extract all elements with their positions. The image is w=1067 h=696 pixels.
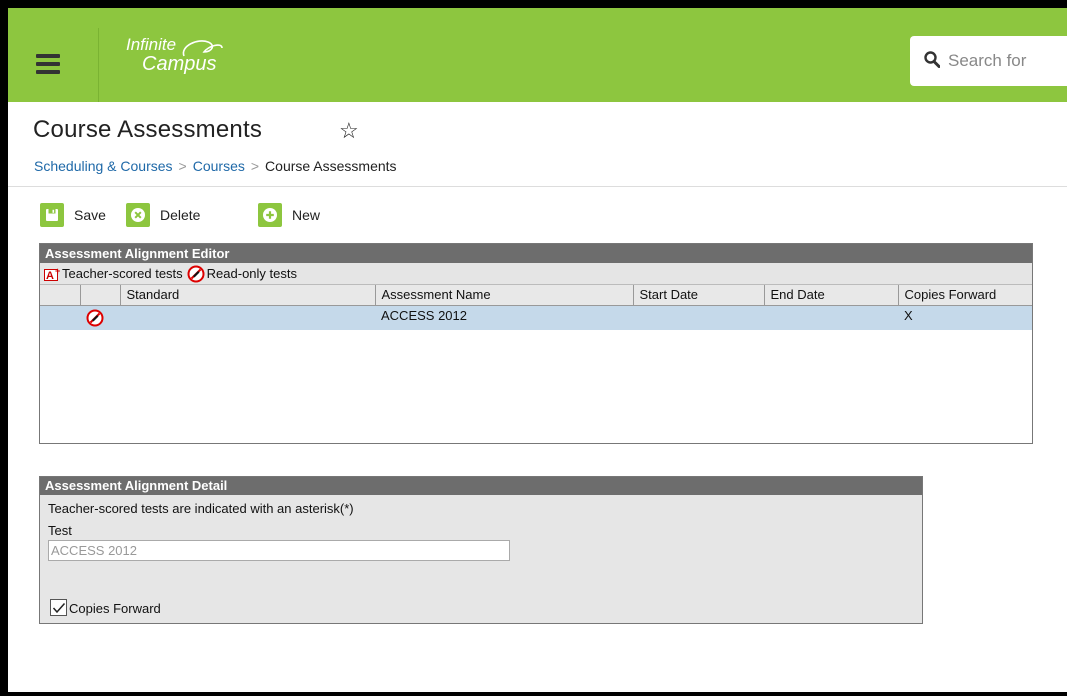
copies-forward-checkbox[interactable] — [50, 599, 67, 616]
title-divider — [8, 186, 1067, 187]
col-assessment-name[interactable]: Assessment Name — [375, 285, 634, 306]
col-start-date[interactable]: Start Date — [633, 285, 765, 306]
save-button[interactable]: Save — [40, 201, 106, 229]
table-row[interactable]: ACCESS 2012 X — [40, 305, 1032, 330]
search-box[interactable]: Search for — [910, 36, 1067, 86]
svg-text:+: + — [55, 267, 60, 276]
page-title: Course Assessments — [33, 116, 263, 143]
teacher-scored-icon: A + — [44, 267, 60, 281]
col-blank — [40, 285, 81, 306]
teacher-scored-note: Teacher-scored tests are indicated with … — [48, 501, 354, 516]
app-window: Infinite Campus Search for Course Assess… — [8, 8, 1067, 692]
breadcrumb-scheduling-courses[interactable]: Scheduling & Courses — [34, 158, 173, 174]
infinite-campus-logo[interactable]: Infinite Campus — [126, 36, 223, 74]
add-icon — [258, 203, 282, 227]
row-cell-icon — [80, 305, 120, 330]
col-copies-forward[interactable]: Copies Forward — [898, 285, 1032, 306]
col-standard[interactable]: Standard — [120, 285, 376, 306]
breadcrumb-courses[interactable]: Courses — [193, 158, 245, 174]
row-cell-assessment-name: ACCESS 2012 — [375, 305, 633, 330]
row-cell-blank — [40, 305, 80, 330]
grid-header-row: Standard Assessment Name Start Date End … — [40, 285, 1032, 306]
save-label: Save — [74, 207, 106, 223]
row-cell-standard — [120, 305, 375, 330]
menu-icon[interactable] — [36, 54, 60, 74]
detail-title: Assessment Alignment Detail — [40, 477, 922, 495]
legend-bar: A + Teacher-scored tests Read-only tests — [40, 263, 1032, 285]
row-cell-start-date — [633, 305, 764, 330]
assessment-alignment-editor: Assessment Alignment Editor A + Teacher-… — [39, 243, 1033, 444]
save-icon — [40, 203, 64, 227]
delete-button[interactable]: Delete — [126, 201, 200, 229]
read-only-icon — [187, 265, 205, 282]
search-icon — [924, 51, 940, 68]
new-button[interactable]: New — [258, 201, 320, 229]
legend-teacher-scored: Teacher-scored tests — [62, 266, 183, 281]
copies-forward-label: Copies Forward — [69, 601, 161, 616]
assessment-alignment-detail: Assessment Alignment Detail Teacher-scor… — [39, 476, 923, 624]
col-icon — [80, 285, 121, 306]
svg-text:A: A — [46, 270, 54, 281]
row-cell-copies-forward: X — [898, 305, 1032, 330]
assessment-grid: Standard Assessment Name Start Date End … — [40, 285, 1032, 330]
favorite-star-icon[interactable]: ☆ — [339, 120, 359, 142]
test-label: Test — [48, 523, 72, 538]
chevron-right-icon: > — [250, 158, 260, 174]
logo-swoosh-icon — [182, 40, 223, 57]
copies-forward-row: Copies Forward — [50, 599, 161, 616]
breadcrumb-current: Course Assessments — [265, 158, 397, 174]
top-navigation-bar: Infinite Campus Search for — [8, 8, 1067, 102]
new-label: New — [292, 207, 321, 223]
row-cell-end-date — [764, 305, 898, 330]
test-field[interactable] — [48, 540, 510, 561]
search-input[interactable]: Search for — [948, 51, 1026, 71]
checkmark-icon — [52, 602, 65, 613]
breadcrumb: Scheduling & Courses > Courses > Course Asse… — [34, 158, 397, 174]
delete-label: Delete — [160, 207, 201, 223]
chevron-right-icon: > — [178, 158, 187, 174]
col-end-date[interactable]: End Date — [764, 285, 899, 306]
editor-title: Assessment Alignment Editor — [40, 244, 1032, 263]
delete-icon — [126, 203, 150, 227]
header-divider — [98, 28, 99, 102]
legend-read-only: Read-only tests — [206, 266, 297, 281]
read-only-icon — [86, 309, 104, 326]
